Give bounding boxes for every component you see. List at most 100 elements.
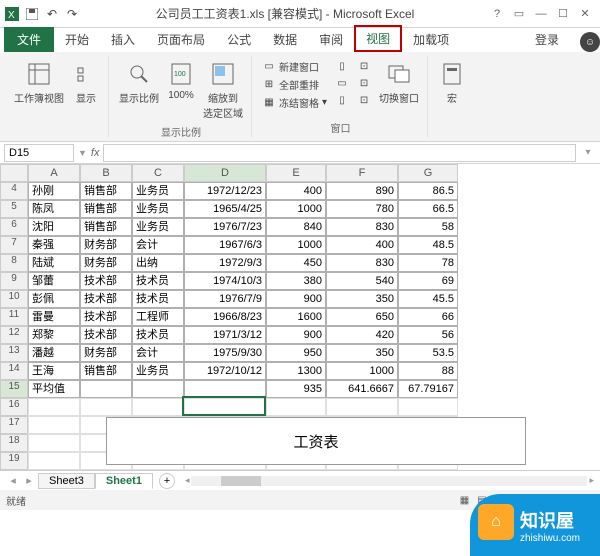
row-header[interactable]: 12 <box>0 326 28 344</box>
cell[interactable]: 技术员 <box>132 290 184 308</box>
switch-window-button[interactable]: 切换窗口 <box>377 58 421 107</box>
add-sheet-button[interactable]: + <box>159 473 175 489</box>
cell[interactable]: 出纳 <box>132 254 184 272</box>
namebox-dropdown-icon[interactable]: ▼ <box>78 148 87 158</box>
cell[interactable]: 650 <box>326 308 398 326</box>
cell[interactable]: 工程师 <box>132 308 184 326</box>
cell[interactable]: 技术部 <box>80 326 132 344</box>
cell[interactable]: 1976/7/9 <box>184 290 266 308</box>
cell[interactable] <box>266 398 326 416</box>
tab-login[interactable]: 登录 <box>524 27 570 52</box>
view-normal-icon[interactable]: ▦ <box>460 495 469 506</box>
save-icon[interactable] <box>24 6 40 22</box>
column-header[interactable]: E <box>266 164 326 182</box>
cell[interactable]: 孙刚 <box>28 182 80 200</box>
cell[interactable]: 935 <box>266 380 326 398</box>
formula-expand-icon[interactable]: ▾ <box>580 147 596 158</box>
cell[interactable] <box>28 416 80 434</box>
row-header[interactable]: 14 <box>0 362 28 380</box>
cell[interactable]: 销售部 <box>80 362 132 380</box>
cell[interactable]: 销售部 <box>80 182 132 200</box>
new-window-button[interactable]: ▭新建窗口 <box>260 58 329 75</box>
cell[interactable]: 58 <box>398 218 458 236</box>
cell[interactable]: 雷曼 <box>28 308 80 326</box>
cell[interactable]: 会计 <box>132 344 184 362</box>
tab-data[interactable]: 数据 <box>262 27 308 52</box>
undo-icon[interactable]: ↶ <box>44 6 60 22</box>
cell[interactable]: 56 <box>398 326 458 344</box>
cell[interactable]: 业务员 <box>132 218 184 236</box>
cell[interactable]: 830 <box>326 254 398 272</box>
cell[interactable]: 郑黎 <box>28 326 80 344</box>
cell[interactable]: 1000 <box>326 362 398 380</box>
help-icon[interactable]: ? <box>486 4 508 24</box>
select-all-corner[interactable] <box>0 164 28 182</box>
cell[interactable]: 48.5 <box>398 236 458 254</box>
cell[interactable]: 技术部 <box>80 272 132 290</box>
row-header[interactable]: 11 <box>0 308 28 326</box>
row-header[interactable]: 9 <box>0 272 28 290</box>
cell[interactable]: 秦强 <box>28 236 80 254</box>
cell[interactable]: 业务员 <box>132 182 184 200</box>
cell[interactable]: 420 <box>326 326 398 344</box>
cell[interactable]: 380 <box>266 272 326 290</box>
tab-insert[interactable]: 插入 <box>100 27 146 52</box>
column-header[interactable]: B <box>80 164 132 182</box>
cell[interactable]: 53.5 <box>398 344 458 362</box>
tab-view[interactable]: 视图 <box>354 25 402 52</box>
cell[interactable]: 财务部 <box>80 344 132 362</box>
cell[interactable]: 950 <box>266 344 326 362</box>
cell[interactable]: 1000 <box>266 236 326 254</box>
cell[interactable]: 780 <box>326 200 398 218</box>
cell[interactable]: 1000 <box>266 200 326 218</box>
tab-formula[interactable]: 公式 <box>216 27 262 52</box>
row-header[interactable]: 10 <box>0 290 28 308</box>
formula-bar[interactable] <box>103 144 576 162</box>
cell[interactable]: 66 <box>398 308 458 326</box>
row-header[interactable]: 4 <box>0 182 28 200</box>
tab-file[interactable]: 文件 <box>4 27 54 52</box>
column-header[interactable]: C <box>132 164 184 182</box>
tab-addin[interactable]: 加载项 <box>402 27 460 52</box>
row-header[interactable]: 15 <box>0 380 28 398</box>
cell[interactable]: 86.5 <box>398 182 458 200</box>
cell[interactable]: 1972/9/3 <box>184 254 266 272</box>
cell[interactable] <box>28 452 80 470</box>
cell[interactable] <box>184 380 266 398</box>
cell[interactable]: 350 <box>326 344 398 362</box>
cell[interactable]: 财务部 <box>80 254 132 272</box>
row-header[interactable]: 7 <box>0 236 28 254</box>
cell[interactable]: 技术部 <box>80 308 132 326</box>
cell[interactable]: 销售部 <box>80 218 132 236</box>
cell[interactable]: 830 <box>326 218 398 236</box>
cell[interactable]: 900 <box>266 290 326 308</box>
cell[interactable] <box>398 398 458 416</box>
maximize-icon[interactable]: ☐ <box>552 4 574 24</box>
tab-review[interactable]: 审阅 <box>308 27 354 52</box>
cell[interactable]: 技术员 <box>132 326 184 344</box>
cell[interactable]: 邹蕾 <box>28 272 80 290</box>
horizontal-scrollbar[interactable]: ◂ ▸ <box>185 475 594 487</box>
freeze-panes-button[interactable]: ▦冻结窗格 ▾ <box>260 94 329 111</box>
cell[interactable]: 技术部 <box>80 290 132 308</box>
minimize-icon[interactable]: — <box>530 4 552 24</box>
sync-scroll-button[interactable]: ⊡ <box>355 75 373 91</box>
column-header[interactable]: A <box>28 164 80 182</box>
cell[interactable] <box>80 398 132 416</box>
redo-icon[interactable]: ↷ <box>64 6 80 22</box>
cell[interactable]: 平均值 <box>28 380 80 398</box>
embedded-object[interactable]: 工资表 <box>106 417 526 465</box>
cell[interactable]: 王海 <box>28 362 80 380</box>
cell[interactable]: 540 <box>326 272 398 290</box>
cell[interactable] <box>28 398 80 416</box>
cell[interactable]: 销售部 <box>80 200 132 218</box>
sheet-tab[interactable]: Sheet1 <box>95 473 153 489</box>
cell[interactable]: 890 <box>326 182 398 200</box>
row-header[interactable]: 8 <box>0 254 28 272</box>
row-header[interactable]: 19 <box>0 452 28 470</box>
sheet-tab[interactable]: Sheet3 <box>38 473 95 489</box>
row-header[interactable]: 16 <box>0 398 28 416</box>
cell[interactable]: 彭佩 <box>28 290 80 308</box>
cell[interactable]: 陈凤 <box>28 200 80 218</box>
cell[interactable]: 1976/7/23 <box>184 218 266 236</box>
